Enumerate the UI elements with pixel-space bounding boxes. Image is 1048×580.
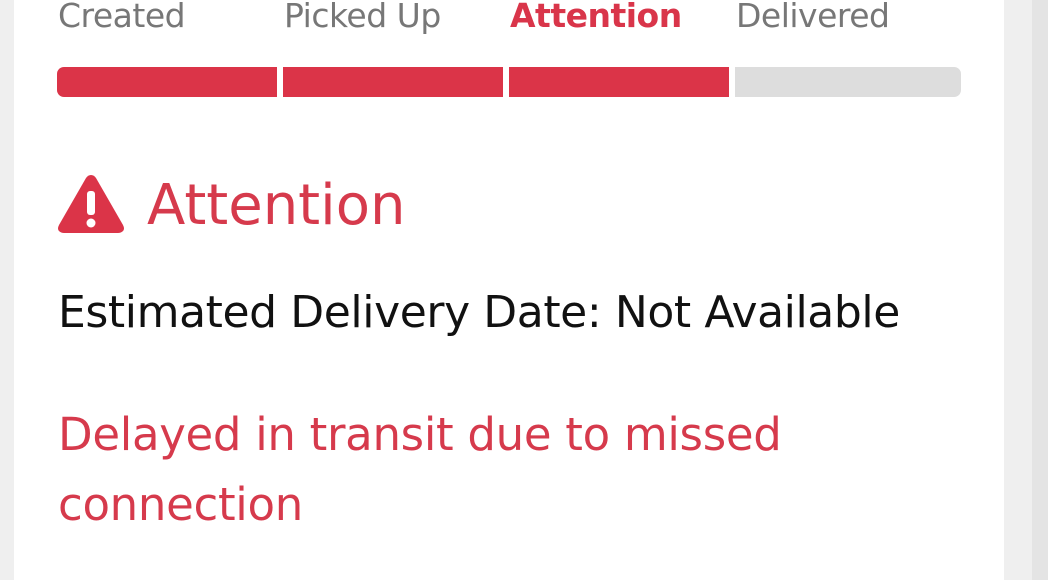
left-background	[0, 0, 14, 580]
step-label-delivered: Delivered	[736, 0, 890, 35]
progress-segment-delivered	[735, 67, 961, 97]
status-header: Attention	[57, 168, 957, 248]
progress-segment-attention	[509, 67, 729, 97]
step-labels: Created Picked Up Attention Delivered	[58, 0, 962, 44]
shipment-progress-bar	[57, 67, 961, 97]
step-label-attention: Attention	[510, 0, 682, 35]
delay-message: Delayed in transit due to missed connect…	[58, 408, 782, 531]
estimated-delivery-date: Estimated Delivery Date: Not Available	[58, 287, 900, 338]
step-label-created: Created	[58, 0, 186, 35]
right-edge-shade	[1032, 0, 1048, 580]
warning-triangle-icon	[57, 172, 125, 234]
right-background	[1004, 0, 1048, 580]
status-title: Attention	[147, 173, 406, 238]
tracking-card: Created Picked Up Attention Delivered At…	[14, 0, 1004, 580]
progress-segment-picked-up	[283, 67, 503, 97]
progress-segment-created	[57, 67, 277, 97]
step-label-picked-up: Picked Up	[284, 0, 441, 35]
